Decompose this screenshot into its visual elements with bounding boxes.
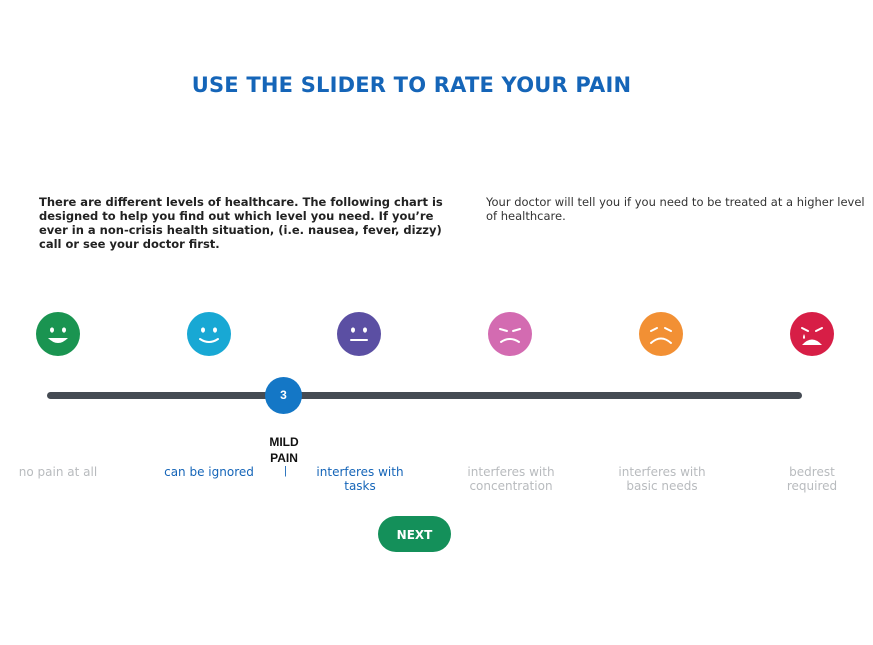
next-button[interactable]: NEXT (378, 516, 451, 552)
pain-slider-track[interactable] (47, 392, 802, 399)
page-title: USE THE SLIDER TO RATE YOUR PAIN (191, 73, 632, 97)
scale-label-interferes-with-tasks[interactable]: interferes with tasks (301, 465, 419, 493)
very-happy-face-icon (36, 312, 80, 356)
happy-face-icon (187, 312, 231, 356)
selected-level-tick: | (284, 465, 287, 477)
selected-level-name: MILD PAIN (269, 435, 299, 465)
scale-label-no-pain[interactable]: no pain at all (0, 465, 123, 479)
scale-label-interferes-with-concentration[interactable]: interferes with concentration (454, 465, 568, 493)
intro-text: There are different levels of healthcare… (39, 195, 443, 251)
pain-slider-thumb[interactable]: 3 (265, 377, 302, 414)
crying-face-icon (790, 312, 834, 356)
frown-face-icon (639, 312, 683, 356)
doctor-note: Your doctor will tell you if you need to… (486, 195, 865, 223)
scale-label-bedrest-required[interactable]: bedrest required (772, 465, 852, 493)
sad-face-icon (488, 312, 532, 356)
neutral-face-icon (337, 312, 381, 356)
scale-label-can-be-ignored[interactable]: can be ignored (144, 465, 274, 479)
scale-label-interferes-with-basic-needs[interactable]: interferes with basic needs (603, 465, 721, 493)
